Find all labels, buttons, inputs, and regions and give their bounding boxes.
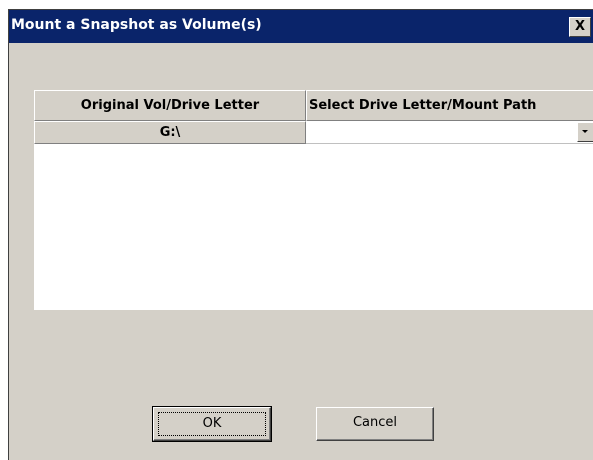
- mount-grid: Original Vol/Drive Letter Select Drive L…: [34, 90, 593, 310]
- window-title: Mount a Snapshot as Volume(s): [11, 17, 262, 33]
- ok-button-label: OK: [158, 412, 266, 436]
- mount-path-select[interactable]: [306, 121, 593, 144]
- ok-button[interactable]: OK: [152, 406, 272, 442]
- column-header-mount-path[interactable]: Select Drive Letter/Mount Path: [306, 90, 593, 121]
- page: Mount a Snapshot as Volume(s) X Original…: [0, 0, 593, 460]
- mount-snapshot-dialog: Mount a Snapshot as Volume(s) X Original…: [8, 9, 593, 460]
- row-original-volume-cell: G:\: [34, 121, 306, 144]
- cancel-button[interactable]: Cancel: [316, 407, 434, 441]
- chevron-down-icon: [582, 130, 588, 133]
- column-header-original-volume[interactable]: Original Vol/Drive Letter: [34, 90, 306, 121]
- mount-path-dropdown-button[interactable]: [577, 122, 593, 142]
- close-icon: X: [574, 19, 586, 34]
- title-bar[interactable]: Mount a Snapshot as Volume(s) X: [9, 10, 593, 43]
- close-button[interactable]: X: [569, 17, 591, 37]
